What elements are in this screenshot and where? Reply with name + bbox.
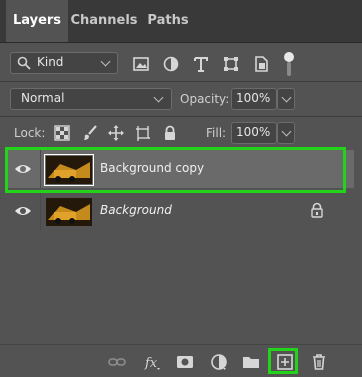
panel-tab-bar: Layers Channels Paths [0, 0, 362, 43]
lock-transparent-pixels-icon[interactable] [52, 123, 72, 143]
chevron-down-icon [281, 92, 292, 103]
opacity-dropdown-button[interactable] [277, 88, 295, 110]
chevron-down-icon [153, 92, 164, 103]
chevron-down-icon [281, 126, 292, 137]
new-layer-highlight-box [268, 348, 298, 374]
link-layers-icon[interactable] [106, 352, 128, 372]
toggle-knob [284, 52, 294, 62]
blend-mode-dropdown[interactable]: Normal [10, 88, 172, 110]
smart-object-filter-icon[interactable] [250, 53, 272, 75]
adjustment-filter-icon[interactable] [160, 53, 182, 75]
selection-highlight-box [5, 147, 346, 193]
image-filter-icon[interactable] [130, 53, 152, 75]
tab-channels[interactable]: Channels [68, 0, 140, 42]
lock-position-move-icon[interactable] [106, 123, 126, 143]
fill-input[interactable]: 100% [231, 122, 277, 144]
layer-name[interactable]: Background [100, 203, 172, 217]
chevron-down-icon [100, 56, 111, 67]
toggle-track [287, 62, 291, 76]
layer-row-background[interactable]: Background [6, 192, 354, 230]
layer-thumbnail[interactable] [46, 198, 92, 226]
lock-artboard-icon[interactable] [133, 123, 153, 143]
shape-filter-icon[interactable] [220, 53, 242, 75]
adjustment-layer-icon[interactable] [208, 352, 230, 372]
opacity-value: 100% [236, 91, 271, 105]
layer-style-fx-icon[interactable]: fx [142, 352, 164, 372]
blend-mode-value: Normal [21, 91, 65, 105]
fill-value: 100% [236, 125, 271, 139]
divider [0, 81, 362, 82]
row-separator [40, 192, 41, 230]
tab-paths[interactable]: Paths [140, 0, 196, 42]
lock-image-pixels-brush-icon[interactable] [80, 123, 100, 143]
search-icon [17, 56, 31, 70]
type-filter-icon[interactable] [190, 53, 212, 75]
visibility-eye-icon[interactable] [14, 203, 32, 219]
opacity-label: Opacity: [180, 92, 230, 106]
divider [0, 116, 362, 117]
opacity-input[interactable]: 100% [231, 88, 277, 110]
kind-filter-dropdown[interactable]: Kind [10, 52, 118, 74]
filter-toggle-switch[interactable] [284, 52, 294, 78]
delete-layer-trash-icon[interactable] [308, 352, 330, 372]
svg-text:fx: fx [144, 356, 158, 371]
kind-filter-value: Kind [37, 55, 64, 69]
layer-lock-icon[interactable] [310, 202, 324, 218]
tab-layers[interactable]: Layers [6, 0, 68, 42]
new-group-folder-icon[interactable] [240, 352, 262, 372]
fill-dropdown-button[interactable] [277, 122, 295, 144]
lock-label: Lock: [14, 126, 46, 140]
fill-label: Fill: [206, 126, 227, 140]
layers-panel: Layers Channels Paths Kind Normal Opacit… [0, 0, 362, 377]
layers-bottom-toolbar: fx [0, 344, 362, 377]
lock-all-icon[interactable] [160, 123, 180, 143]
add-layer-mask-icon[interactable] [174, 352, 196, 372]
